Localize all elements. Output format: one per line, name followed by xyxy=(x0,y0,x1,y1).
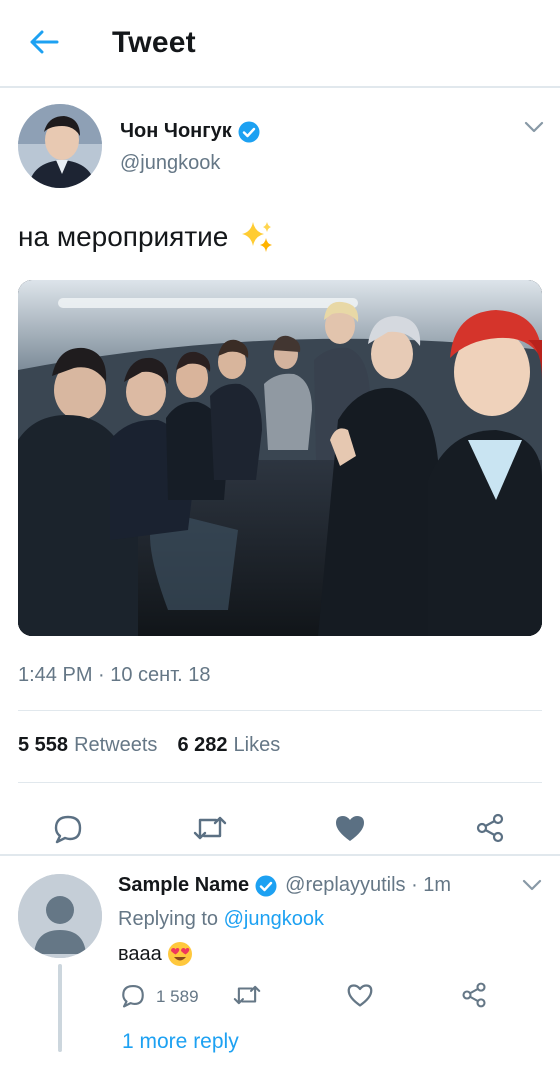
share-button[interactable] xyxy=(470,810,510,850)
thread-continuation-dots xyxy=(58,1032,62,1056)
tweet-action-bar xyxy=(0,800,560,856)
verified-badge-icon xyxy=(255,875,277,897)
top-bar: Tweet xyxy=(0,0,560,88)
divider xyxy=(18,782,542,783)
share-button[interactable] xyxy=(460,982,488,1012)
arrow-left-icon xyxy=(29,30,59,59)
likes-count[interactable]: 6 282 xyxy=(177,734,227,757)
heart-filled-icon xyxy=(334,813,366,848)
reply-text: ваaa xyxy=(118,940,194,968)
reply-button[interactable] xyxy=(48,810,88,850)
share-icon xyxy=(460,981,488,1014)
retweet-icon xyxy=(192,812,228,849)
reply-count: 1 589 xyxy=(156,987,199,1006)
reply-icon xyxy=(120,982,146,1013)
avatar[interactable] xyxy=(18,104,102,188)
author-name-line: Чон Чонгук xyxy=(120,120,260,143)
reply-icon xyxy=(52,812,84,849)
like-button[interactable] xyxy=(346,982,374,1012)
back-button[interactable] xyxy=(22,24,66,64)
heart-outline-icon xyxy=(346,982,374,1013)
tweet-timestamp: 1:44 PM · 10 сент. 18 xyxy=(18,664,211,686)
tweet-text: на мероприятие xyxy=(18,218,276,256)
reply-tweet[interactable]: Sample Name @replayyutils · 1m Replying … xyxy=(0,856,560,1080)
chevron-down-icon[interactable] xyxy=(522,878,542,897)
reply-header: Sample Name @replayyutils · 1m xyxy=(118,874,451,897)
share-icon xyxy=(474,812,506,849)
author-handle[interactable]: @jungkook xyxy=(120,152,220,175)
divider xyxy=(18,710,542,711)
likes-label[interactable]: Likes xyxy=(234,734,281,757)
reply-button[interactable]: 1 589 xyxy=(120,982,199,1012)
verified-badge-icon xyxy=(238,121,260,143)
tweet-photo[interactable] xyxy=(18,280,542,636)
default-avatar-icon[interactable] xyxy=(18,874,102,958)
replying-to-mention[interactable]: @jungkook xyxy=(224,908,324,930)
reply-handle-time: @replayyutils · 1m xyxy=(285,874,452,896)
heart-eyes-emoji-icon xyxy=(166,940,194,968)
reply-author-name[interactable]: Sample Name xyxy=(118,874,249,897)
more-replies-link[interactable]: 1 more reply xyxy=(122,1030,239,1054)
reply-action-bar: 1 589 xyxy=(0,982,560,1012)
like-button[interactable] xyxy=(330,810,370,850)
retweet-button[interactable] xyxy=(190,810,230,850)
sparkles-emoji-icon xyxy=(238,218,276,256)
tweet-stats: 5 558 Retweets 6 282 Likes xyxy=(18,734,300,757)
retweets-count[interactable]: 5 558 xyxy=(18,734,68,757)
chevron-down-icon[interactable] xyxy=(524,120,544,139)
retweet-button[interactable] xyxy=(232,982,262,1012)
reply-text-content: ваaa xyxy=(118,942,162,965)
replying-to-prefix: Replying to xyxy=(118,908,219,930)
retweet-icon xyxy=(232,982,262,1013)
replying-to-line: Replying to @jungkook xyxy=(118,908,324,931)
author-display-name[interactable]: Чон Чонгук xyxy=(120,120,232,143)
tweet-text-content: на мероприятие xyxy=(18,221,229,252)
retweets-label[interactable]: Retweets xyxy=(74,734,157,757)
page-title: Tweet xyxy=(112,26,196,59)
